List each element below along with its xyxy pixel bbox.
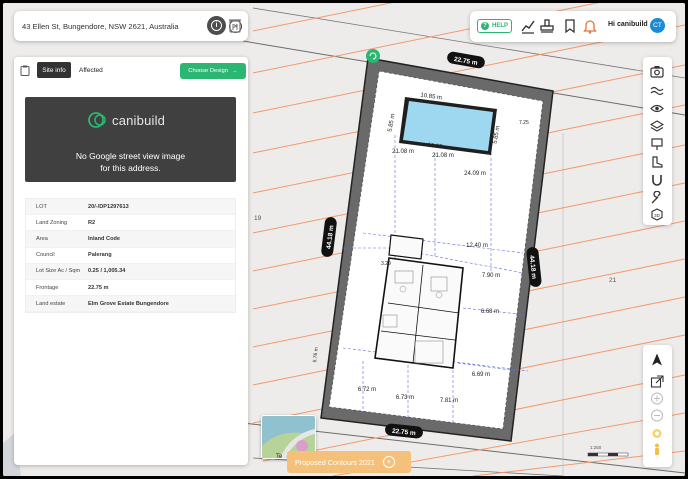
row-value: 20/-/DP1297613 bbox=[88, 203, 129, 210]
table-row: Frontage 22.75 m bbox=[26, 280, 235, 297]
layers-icon[interactable] bbox=[650, 120, 664, 133]
row-key: Area bbox=[36, 235, 48, 242]
close-icon[interactable]: × bbox=[382, 456, 395, 468]
corner-label: 3.29 bbox=[381, 261, 391, 267]
top-toolbar: ?HELP Hi canibuild ⌄ CT bbox=[470, 11, 676, 42]
setback-label: 7.90 m bbox=[482, 273, 500, 279]
table-row: Land estate Elm Grove Estate Bungendore bbox=[26, 296, 235, 313]
row-key: Land Zoning bbox=[36, 219, 68, 226]
row-key: Frontage bbox=[36, 284, 59, 291]
row-value: Elm Grove Estate Bungendore bbox=[88, 300, 169, 307]
analytics-icon[interactable] bbox=[520, 18, 536, 34]
setback-label: 21.08 m bbox=[432, 153, 454, 159]
tab-site-info[interactable]: Site info bbox=[37, 62, 71, 78]
cube-icon[interactable]: 3D bbox=[650, 208, 664, 221]
trash-icon[interactable] bbox=[228, 17, 242, 33]
svg-text:Te: Te bbox=[276, 454, 283, 459]
table-row: Area Inland Code bbox=[26, 231, 235, 248]
stamp-icon[interactable] bbox=[539, 18, 555, 34]
site-info-panel: Site info Affected Choose Design → canib… bbox=[14, 57, 248, 465]
row-key: Lot Size Ac / Sqm bbox=[36, 268, 81, 275]
avatar[interactable]: CT bbox=[650, 18, 665, 33]
location-target-icon[interactable] bbox=[650, 427, 664, 440]
setback-label: 6.72 m bbox=[358, 387, 376, 393]
corner-label: 7.25 bbox=[519, 120, 529, 126]
row-value: 0.25 / 1,005.34 bbox=[88, 268, 126, 275]
row-value: Palerang bbox=[88, 252, 112, 259]
setback-label: 6.73 m bbox=[396, 395, 414, 401]
app-frame: 22.75 m 22.75 m 44.18 m 44.18 m 10.85 m … bbox=[3, 3, 685, 476]
table-row: Council Palerang bbox=[26, 248, 235, 264]
row-key: LOT bbox=[36, 203, 47, 210]
scale-label: 1:250 bbox=[590, 445, 602, 450]
sign-icon[interactable] bbox=[650, 138, 664, 151]
navigation-tools-panel bbox=[643, 345, 672, 467]
row-value: Inland Code bbox=[88, 235, 121, 242]
rotate-handle bbox=[366, 49, 380, 63]
magnet-icon[interactable] bbox=[650, 174, 664, 187]
row-value: 22.75 m bbox=[88, 284, 109, 291]
help-button[interactable]: ? HELP bbox=[477, 19, 512, 33]
row-key: Council bbox=[36, 252, 55, 259]
street-view-person-icon[interactable] bbox=[650, 443, 664, 456]
wrench-icon[interactable] bbox=[650, 191, 664, 204]
row-value: R2 bbox=[88, 219, 96, 226]
proposed-contours-chip[interactable]: Proposed Contours 2021 × bbox=[287, 451, 411, 473]
external-link-icon[interactable] bbox=[650, 375, 664, 388]
bookmark-icon[interactable] bbox=[562, 18, 578, 34]
canibuild-logo: canibuild bbox=[87, 111, 165, 129]
street-view-placeholder: canibuild No Google street view image fo… bbox=[25, 97, 236, 182]
setback-label: 24.09 m bbox=[464, 171, 486, 177]
table-row: Land Zoning R2 bbox=[26, 215, 235, 232]
scale-bar bbox=[587, 452, 629, 457]
setback-label: 6.69 m bbox=[472, 372, 490, 378]
setback-label: 7.81 m bbox=[440, 398, 458, 404]
svg-text:3D: 3D bbox=[654, 213, 661, 218]
setback-label: 6.68 m bbox=[481, 309, 499, 315]
bell-icon[interactable] bbox=[582, 18, 598, 34]
waves-icon[interactable] bbox=[650, 84, 664, 97]
lot-number-right: 21 bbox=[609, 277, 617, 284]
table-row: LOT 20/-/DP1297613 bbox=[26, 199, 235, 216]
tab-affected[interactable]: Affected bbox=[79, 67, 103, 74]
info-button[interactable]: i bbox=[207, 16, 226, 35]
site-info-table: LOT 20/-/DP1297613 Land Zoning R2 Area Inla… bbox=[25, 198, 236, 314]
street-view-message: No Google street view image for this add… bbox=[75, 151, 186, 173]
setback-label: 21.08 m bbox=[392, 149, 414, 155]
setback-label: 12.40 m bbox=[466, 243, 488, 249]
north-arrow-icon[interactable] bbox=[650, 353, 664, 366]
zoom-out-icon[interactable] bbox=[650, 409, 664, 422]
clipboard-icon[interactable] bbox=[20, 65, 30, 76]
camera-icon[interactable] bbox=[650, 65, 664, 78]
arrow-right-icon: → bbox=[231, 68, 238, 74]
row-key: Land estate bbox=[36, 300, 66, 307]
choose-design-button[interactable]: Choose Design → bbox=[180, 63, 246, 79]
lot-number-left: 19 bbox=[254, 215, 262, 222]
map-tools-panel: 3D bbox=[643, 57, 672, 225]
user-menu[interactable]: Hi canibuild ⌄ bbox=[608, 21, 654, 28]
question-icon: ? bbox=[480, 22, 489, 30]
canibuild-logo-icon bbox=[88, 112, 106, 128]
address-text[interactable]: 43 Ellen St, Bungendore, NSW 2621, Austr… bbox=[22, 22, 229, 31]
table-row: Lot Size Ac / Sqm 0.25 / 1,005.34 bbox=[26, 263, 235, 280]
boot-icon[interactable] bbox=[650, 156, 664, 169]
info-icon: i bbox=[211, 20, 222, 31]
eye-icon[interactable] bbox=[650, 102, 664, 115]
zoom-in-icon[interactable] bbox=[650, 392, 664, 405]
